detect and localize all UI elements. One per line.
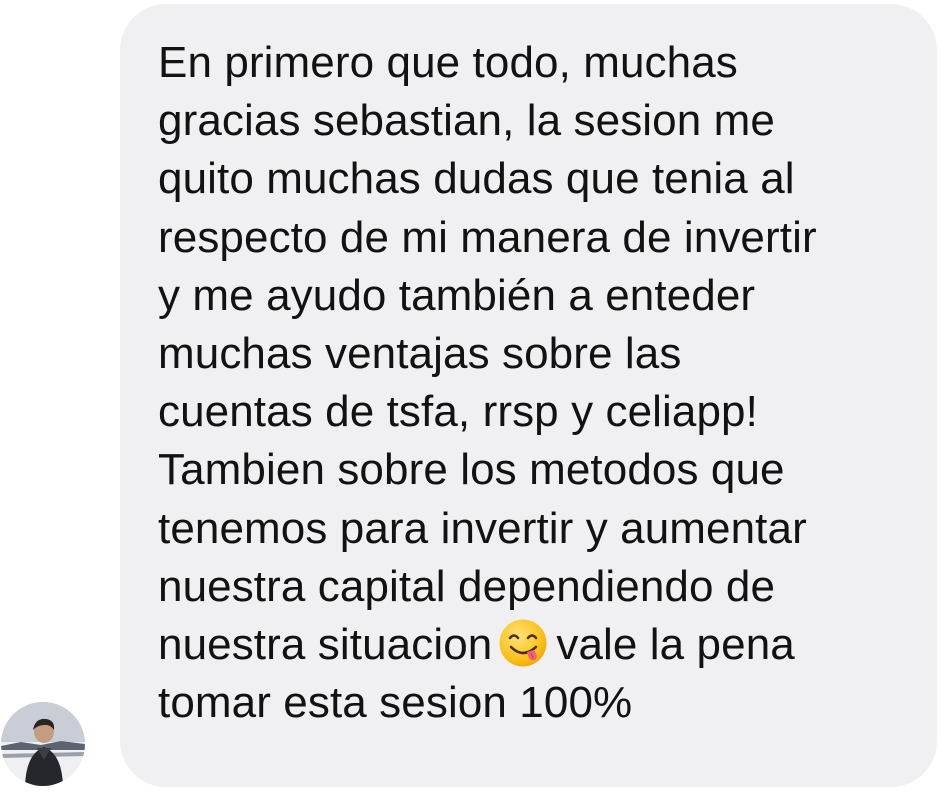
message-line: quito muchas dudas que tenia al xyxy=(158,154,795,204)
message-text-before-emoji: nuestra situacion xyxy=(158,620,493,670)
message-line: Tambien sobre los metodos que xyxy=(158,445,785,495)
message-line: cuentas de tsfa, rrsp y celiapp! xyxy=(158,387,758,437)
message-line: respecto de mi manera de invertir xyxy=(158,212,817,262)
message-text-after-emoji: vale la pena xyxy=(556,620,795,670)
message-line: muchas ventajas sobre las xyxy=(158,329,682,379)
message-line-with-emoji: nuestra situacion vale la pena xyxy=(158,616,917,674)
message-line: gracias sebastian, la sesion me xyxy=(158,96,775,146)
user-avatar[interactable] xyxy=(1,702,85,786)
message-bubble[interactable]: En primero que todo, muchas gracias seba… xyxy=(120,4,937,787)
message-line: y me ayudo también a enteder xyxy=(158,270,756,320)
message-line: tenemos para invertir y aumentar xyxy=(158,503,807,553)
face-savoring-food-emoji-icon xyxy=(498,618,548,668)
message-line: nuestra capital dependiendo de xyxy=(158,561,776,611)
message-line: tomar esta sesion 100% xyxy=(158,678,633,728)
avatar-photo-icon xyxy=(1,702,85,786)
message-line: En primero que todo, muchas xyxy=(158,38,738,87)
